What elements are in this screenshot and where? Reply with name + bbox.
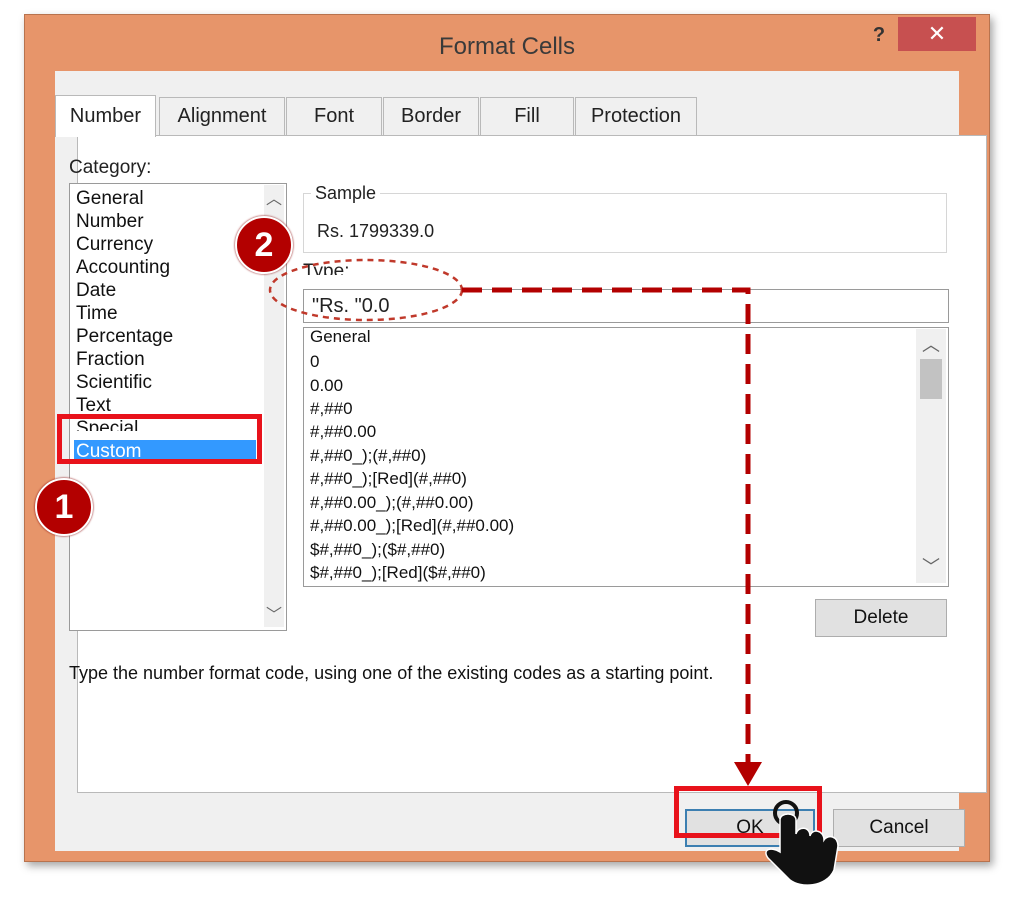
tab-number[interactable]: Number	[55, 95, 156, 137]
dashed-arrow-line	[462, 287, 751, 768]
pointing-hand-icon	[765, 800, 839, 886]
type-highlight-ellipse	[268, 258, 464, 322]
arrow-head-icon	[734, 762, 762, 786]
